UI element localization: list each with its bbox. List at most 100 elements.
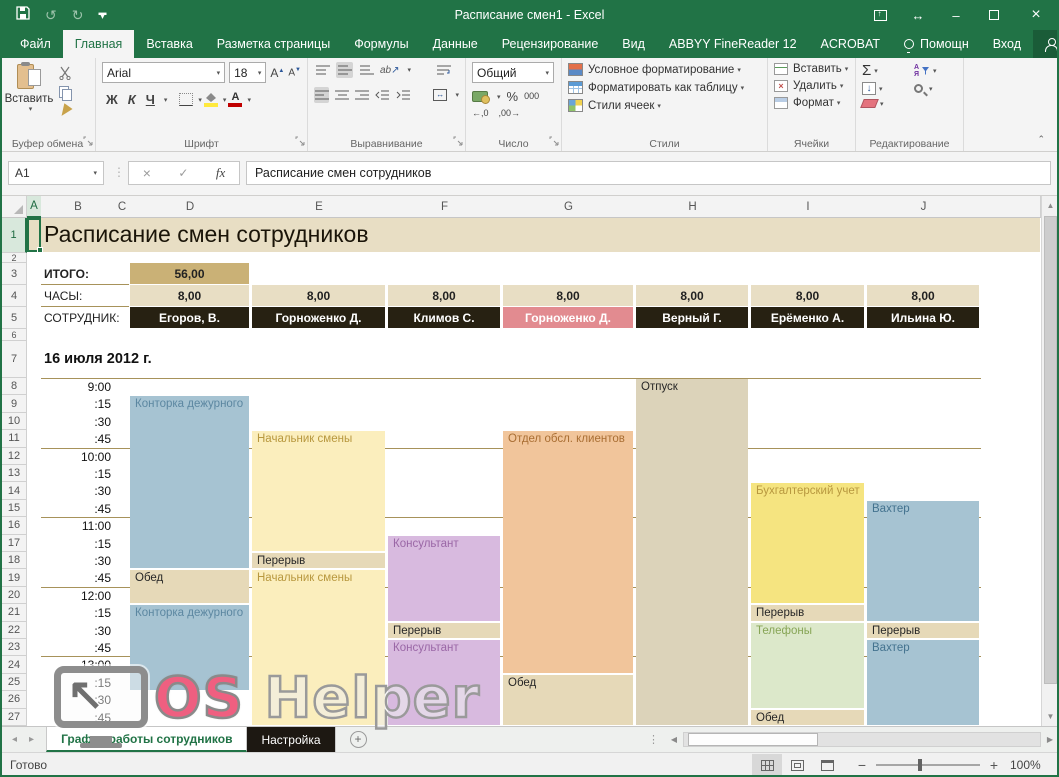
column-header-D[interactable]: D	[129, 196, 252, 218]
column-header-G[interactable]: G	[502, 196, 636, 218]
shrink-font-icon[interactable]: А▼	[288, 67, 301, 78]
normal-view-icon[interactable]	[752, 754, 782, 777]
formula-bar-splitter[interactable]: ⋮	[113, 165, 125, 179]
time-label-15[interactable]: :15	[41, 397, 115, 413]
row-header-12[interactable]: 12	[2, 448, 27, 465]
format-cells-button[interactable]: Формат▾	[774, 97, 849, 109]
employee-cell-D[interactable]: Егоров, В.	[130, 307, 249, 328]
schedule-block-D19[interactable]: Обед	[130, 570, 249, 603]
tab-acrobat[interactable]: ACROBAT	[809, 30, 893, 58]
time-label-45[interactable]: :45	[41, 641, 115, 657]
row-header-21[interactable]: 21	[2, 604, 27, 621]
tab-рецензирование[interactable]: Рецензирование	[490, 30, 611, 58]
horizontal-scroll-thumb[interactable]	[688, 733, 818, 746]
collapse-ribbon-icon[interactable]: ⌃	[1037, 134, 1045, 145]
decrease-indent-icon[interactable]	[375, 87, 390, 103]
save-icon[interactable]	[16, 6, 30, 25]
total-value-cell[interactable]: 56,00	[130, 263, 249, 284]
decrease-decimal-icon[interactable]: ,00→	[499, 109, 521, 118]
schedule-block-D21[interactable]: Конторка дежурного	[130, 605, 249, 690]
comma-format-icon[interactable]: 000	[524, 92, 539, 101]
percent-format-icon[interactable]: %	[507, 89, 519, 104]
schedule-block-F17[interactable]: Консультант	[388, 536, 500, 621]
page-break-view-icon[interactable]	[812, 754, 842, 777]
cell-styles-button[interactable]: Стили ячеек▾	[568, 99, 761, 112]
alignment-dialog-launcher[interactable]	[453, 136, 463, 149]
schedule-block-I27[interactable]: Обед	[751, 710, 864, 725]
bold-button[interactable]: Ж	[102, 91, 122, 108]
time-label-900[interactable]: 9:00	[41, 380, 115, 396]
copy-icon[interactable]	[56, 84, 73, 100]
row-header-9[interactable]: 9	[2, 395, 27, 412]
tab-abbyy-finereader-12[interactable]: ABBYY FineReader 12	[657, 30, 809, 58]
italic-button[interactable]: К	[124, 91, 140, 108]
time-label-1200[interactable]: 12:00	[41, 589, 115, 605]
row-header-8[interactable]: 8	[2, 378, 27, 395]
time-label-45[interactable]: :45	[41, 711, 115, 726]
schedule-block-H8[interactable]: Отпуск	[636, 379, 748, 725]
employee-cell-F[interactable]: Климов С.	[388, 307, 500, 328]
font-name-combo[interactable]: Arial▾	[102, 62, 225, 83]
time-label-45[interactable]: :45	[41, 502, 115, 518]
format-painter-icon[interactable]	[56, 103, 73, 119]
time-label-1300[interactable]: 13:00	[41, 658, 115, 674]
column-header-J[interactable]: J	[866, 196, 982, 218]
row-header-27[interactable]: 27	[2, 709, 27, 726]
row-header-11[interactable]: 11	[2, 430, 27, 447]
time-label-30[interactable]: :30	[41, 415, 115, 431]
schedule-block-E18[interactable]: Перерыв	[252, 553, 385, 568]
wrap-text-icon[interactable]	[435, 62, 452, 78]
hours-cell-H[interactable]: 8,00	[636, 285, 748, 306]
row-header-26[interactable]: 26	[2, 691, 27, 708]
align-middle-icon[interactable]	[336, 62, 353, 78]
tab-вход[interactable]: Вход	[981, 30, 1033, 58]
schedule-block-D9[interactable]: Конторка дежурного	[130, 396, 249, 568]
scroll-left-icon[interactable]: ◀	[665, 731, 683, 749]
customize-qat-icon[interactable]: ▬▾	[98, 11, 106, 19]
schedule-block-I22[interactable]: Телефоны	[751, 623, 864, 708]
tab-разметка-страницы[interactable]: Разметка страницы	[205, 30, 342, 58]
sheet-nav-right-icon[interactable]: ▸	[29, 734, 34, 745]
employee-cell-E[interactable]: Горноженко Д.	[252, 307, 385, 328]
find-select-button[interactable]: ▾	[914, 82, 957, 95]
formula-input[interactable]: Расписание смен сотрудников	[246, 161, 1051, 185]
employee-cell-G[interactable]: Горноженко Д.	[503, 307, 633, 328]
underline-button[interactable]: Ч	[142, 91, 159, 108]
align-right-icon[interactable]	[355, 87, 370, 103]
column-header-H[interactable]: H	[635, 196, 751, 218]
schedule-block-I21[interactable]: Перерыв	[751, 605, 864, 620]
schedule-block-E19[interactable]: Начальник смены	[252, 570, 385, 725]
time-label-15[interactable]: :15	[41, 606, 115, 622]
fill-button[interactable]: ↓▾	[862, 82, 904, 95]
schedule-block-I14[interactable]: Бухгалтерский учет	[751, 483, 864, 603]
minimize-icon[interactable]: –	[937, 0, 975, 30]
time-label-15[interactable]: :15	[41, 537, 115, 553]
row-header-20[interactable]: 20	[2, 587, 27, 604]
zoom-in-icon[interactable]: +	[988, 757, 1000, 773]
schedule-block-J22[interactable]: Перерыв	[867, 623, 979, 638]
fill-color-icon[interactable]	[204, 93, 218, 107]
tab-помощн[interactable]: Помощн	[892, 30, 981, 58]
hours-cell-I[interactable]: 8,00	[751, 285, 864, 306]
zoom-slider-handle[interactable]	[918, 759, 922, 771]
row-header-2[interactable]: 2	[2, 253, 27, 263]
number-format-combo[interactable]: Общий▾	[472, 62, 554, 83]
row-header-4[interactable]: 4	[2, 285, 27, 307]
row-header-15[interactable]: 15	[2, 500, 27, 517]
column-header-B[interactable]: B	[41, 196, 116, 218]
employee-cell-I[interactable]: Ерёменко А.	[751, 307, 864, 328]
sheet-tab-active[interactable]: График работы сотрудников	[46, 727, 247, 752]
tab-файл[interactable]: Файл	[8, 30, 63, 58]
tab-данные[interactable]: Данные	[421, 30, 490, 58]
time-label-1100[interactable]: 11:00	[41, 519, 115, 535]
cancel-entry-icon[interactable]: ×	[143, 165, 151, 181]
align-left-icon[interactable]	[314, 87, 329, 103]
insert-cells-button[interactable]: Вставить▾	[774, 63, 849, 75]
schedule-block-F23[interactable]: Консультант	[388, 640, 500, 725]
select-all-corner[interactable]	[2, 196, 27, 218]
sort-filter-button[interactable]: АЯ▾	[914, 64, 957, 78]
row-header-1[interactable]: 1	[2, 218, 27, 253]
time-label-30[interactable]: :30	[41, 624, 115, 640]
tab-общий-доступ[interactable]: Общий доступ	[1033, 30, 1059, 58]
grow-font-icon[interactable]: А▲	[270, 66, 284, 80]
